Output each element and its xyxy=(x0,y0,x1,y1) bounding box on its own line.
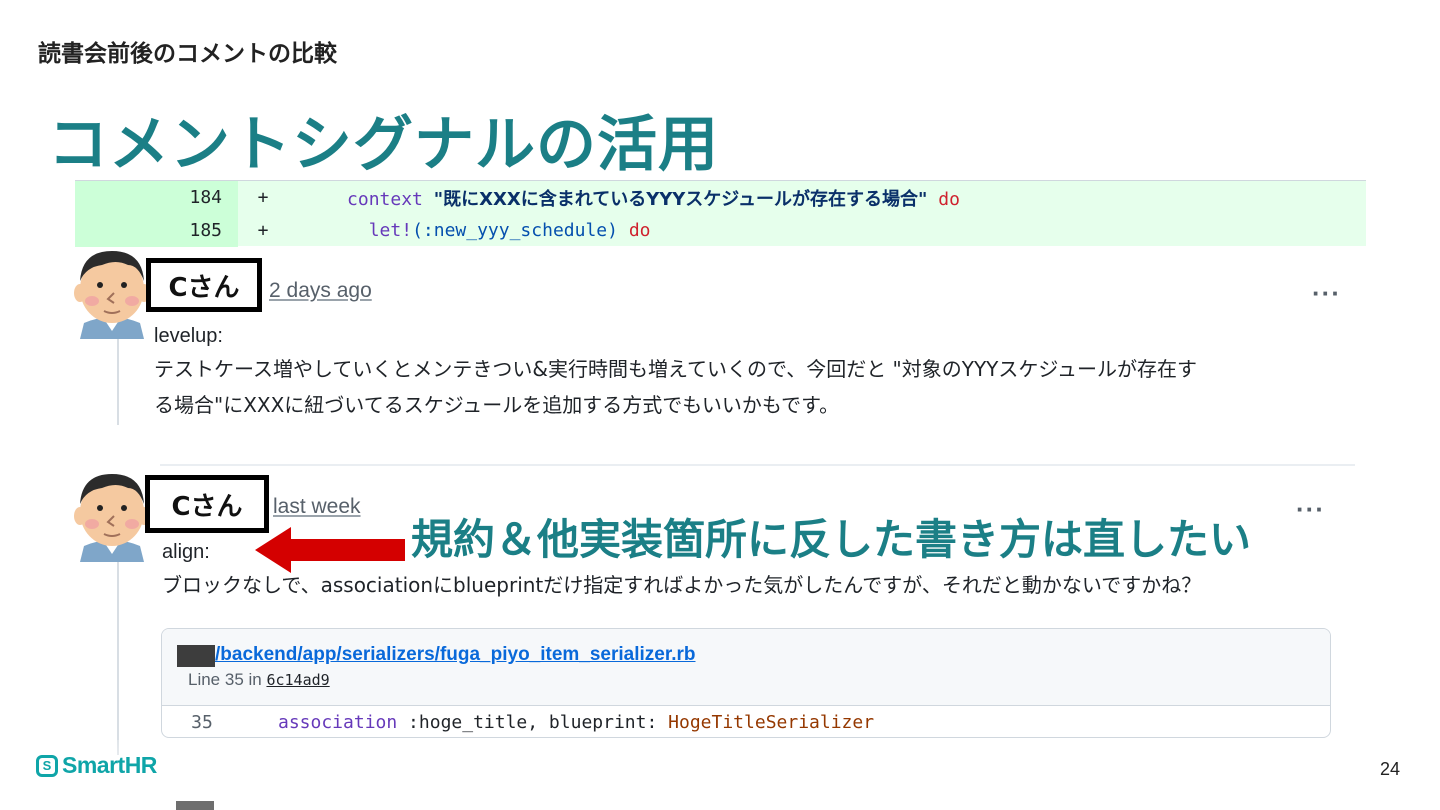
code-reference-card: /backend/app/serializers/fuga_piyo_item_… xyxy=(161,628,1331,738)
thread-line xyxy=(117,555,119,755)
code-class: HogeTitleSerializer xyxy=(668,712,875,733)
smarthr-logo: S SmartHR xyxy=(36,752,157,779)
code-line: association :hoge_title, blueprint: Hoge… xyxy=(278,712,874,733)
logo-text: SmartHR xyxy=(62,752,157,778)
comment-tag: levelup: xyxy=(154,325,223,347)
slide-subtitle: 読書会前後のコメントの比較 xyxy=(38,41,337,67)
code-reference-header: /backend/app/serializers/fuga_piyo_item_… xyxy=(162,629,1330,706)
line-reference: Line 35 in 6c14ad9 xyxy=(188,670,330,690)
redacted-block xyxy=(177,645,215,667)
code-do: do xyxy=(628,220,651,241)
code-reference-line: 35 association :hoge_title, blueprint: H… xyxy=(162,706,1330,737)
avatar[interactable] xyxy=(72,243,152,339)
author-name[interactable]: Cさん xyxy=(146,258,262,312)
timestamp-link[interactable]: 2 days ago xyxy=(269,279,372,303)
file-path-link[interactable]: /backend/app/serializers/fuga_piyo_item_… xyxy=(215,644,696,666)
code-keyword: association xyxy=(278,712,398,733)
code-keyword: let! xyxy=(368,220,413,241)
commit-sha-link[interactable]: 6c14ad9 xyxy=(266,671,329,689)
code-text: :hoge_title, blueprint: xyxy=(397,712,669,733)
code-line: let!(:new_yyy_schedule) do xyxy=(282,220,651,241)
thread-line xyxy=(117,330,119,425)
comment-separator xyxy=(160,464,1355,466)
comment-body: テストケース増やしていくとメンテきつい&実行時間も増えていくので、今回だと "対… xyxy=(154,351,1354,423)
line-number[interactable]: 184 xyxy=(75,181,238,214)
annotation-text: 規約＆他実装箇所に反した書き方は直したい xyxy=(411,515,1252,564)
comment-body-line: テストケース増やしていくとメンテきつい&実行時間も増えていくので、今回だと "対… xyxy=(154,357,1198,381)
line-reference-prefix: Line 35 in xyxy=(188,670,262,689)
code-string: "既にXXXに含まれているYYYスケジュールが存在する場合" xyxy=(433,188,928,210)
diff-sign: + xyxy=(257,220,269,241)
code-do: do xyxy=(938,188,960,210)
code-line: context "既にXXXに含まれているYYYスケジュールが存在する場合" d… xyxy=(282,185,960,211)
code-keyword: context xyxy=(347,188,423,210)
diff-row: 185 + let!(:new_yyy_schedule) do xyxy=(75,214,1366,247)
code-args: (:new_yyy_schedule) xyxy=(412,220,618,241)
comment-menu-icon[interactable]: ··· xyxy=(1296,494,1325,525)
page-number: 24 xyxy=(1380,759,1401,779)
arrow-left-icon xyxy=(255,527,405,573)
comment-tag: align: xyxy=(162,541,210,563)
avatar[interactable] xyxy=(72,466,152,562)
author-name[interactable]: Cさん xyxy=(145,475,269,533)
slide-title: コメントシグナルの活用 xyxy=(48,110,719,180)
smarthr-logo-icon: S xyxy=(36,754,58,777)
redacted-block xyxy=(176,801,214,810)
comment-menu-icon[interactable]: ··· xyxy=(1312,278,1341,309)
diff-sign: + xyxy=(257,187,269,208)
timestamp-link[interactable]: last week xyxy=(273,495,361,519)
line-number[interactable]: 35 xyxy=(162,712,242,733)
comment-body-line: る場合"にXXXに紐づいてるスケジュールを追加する方式でもいいかもです。 xyxy=(154,393,840,417)
diff-block: 184 + context "既にXXXに含まれているYYYスケジュールが存在す… xyxy=(75,180,1366,247)
diff-row: 184 + context "既にXXXに含まれているYYYスケジュールが存在す… xyxy=(75,181,1366,214)
